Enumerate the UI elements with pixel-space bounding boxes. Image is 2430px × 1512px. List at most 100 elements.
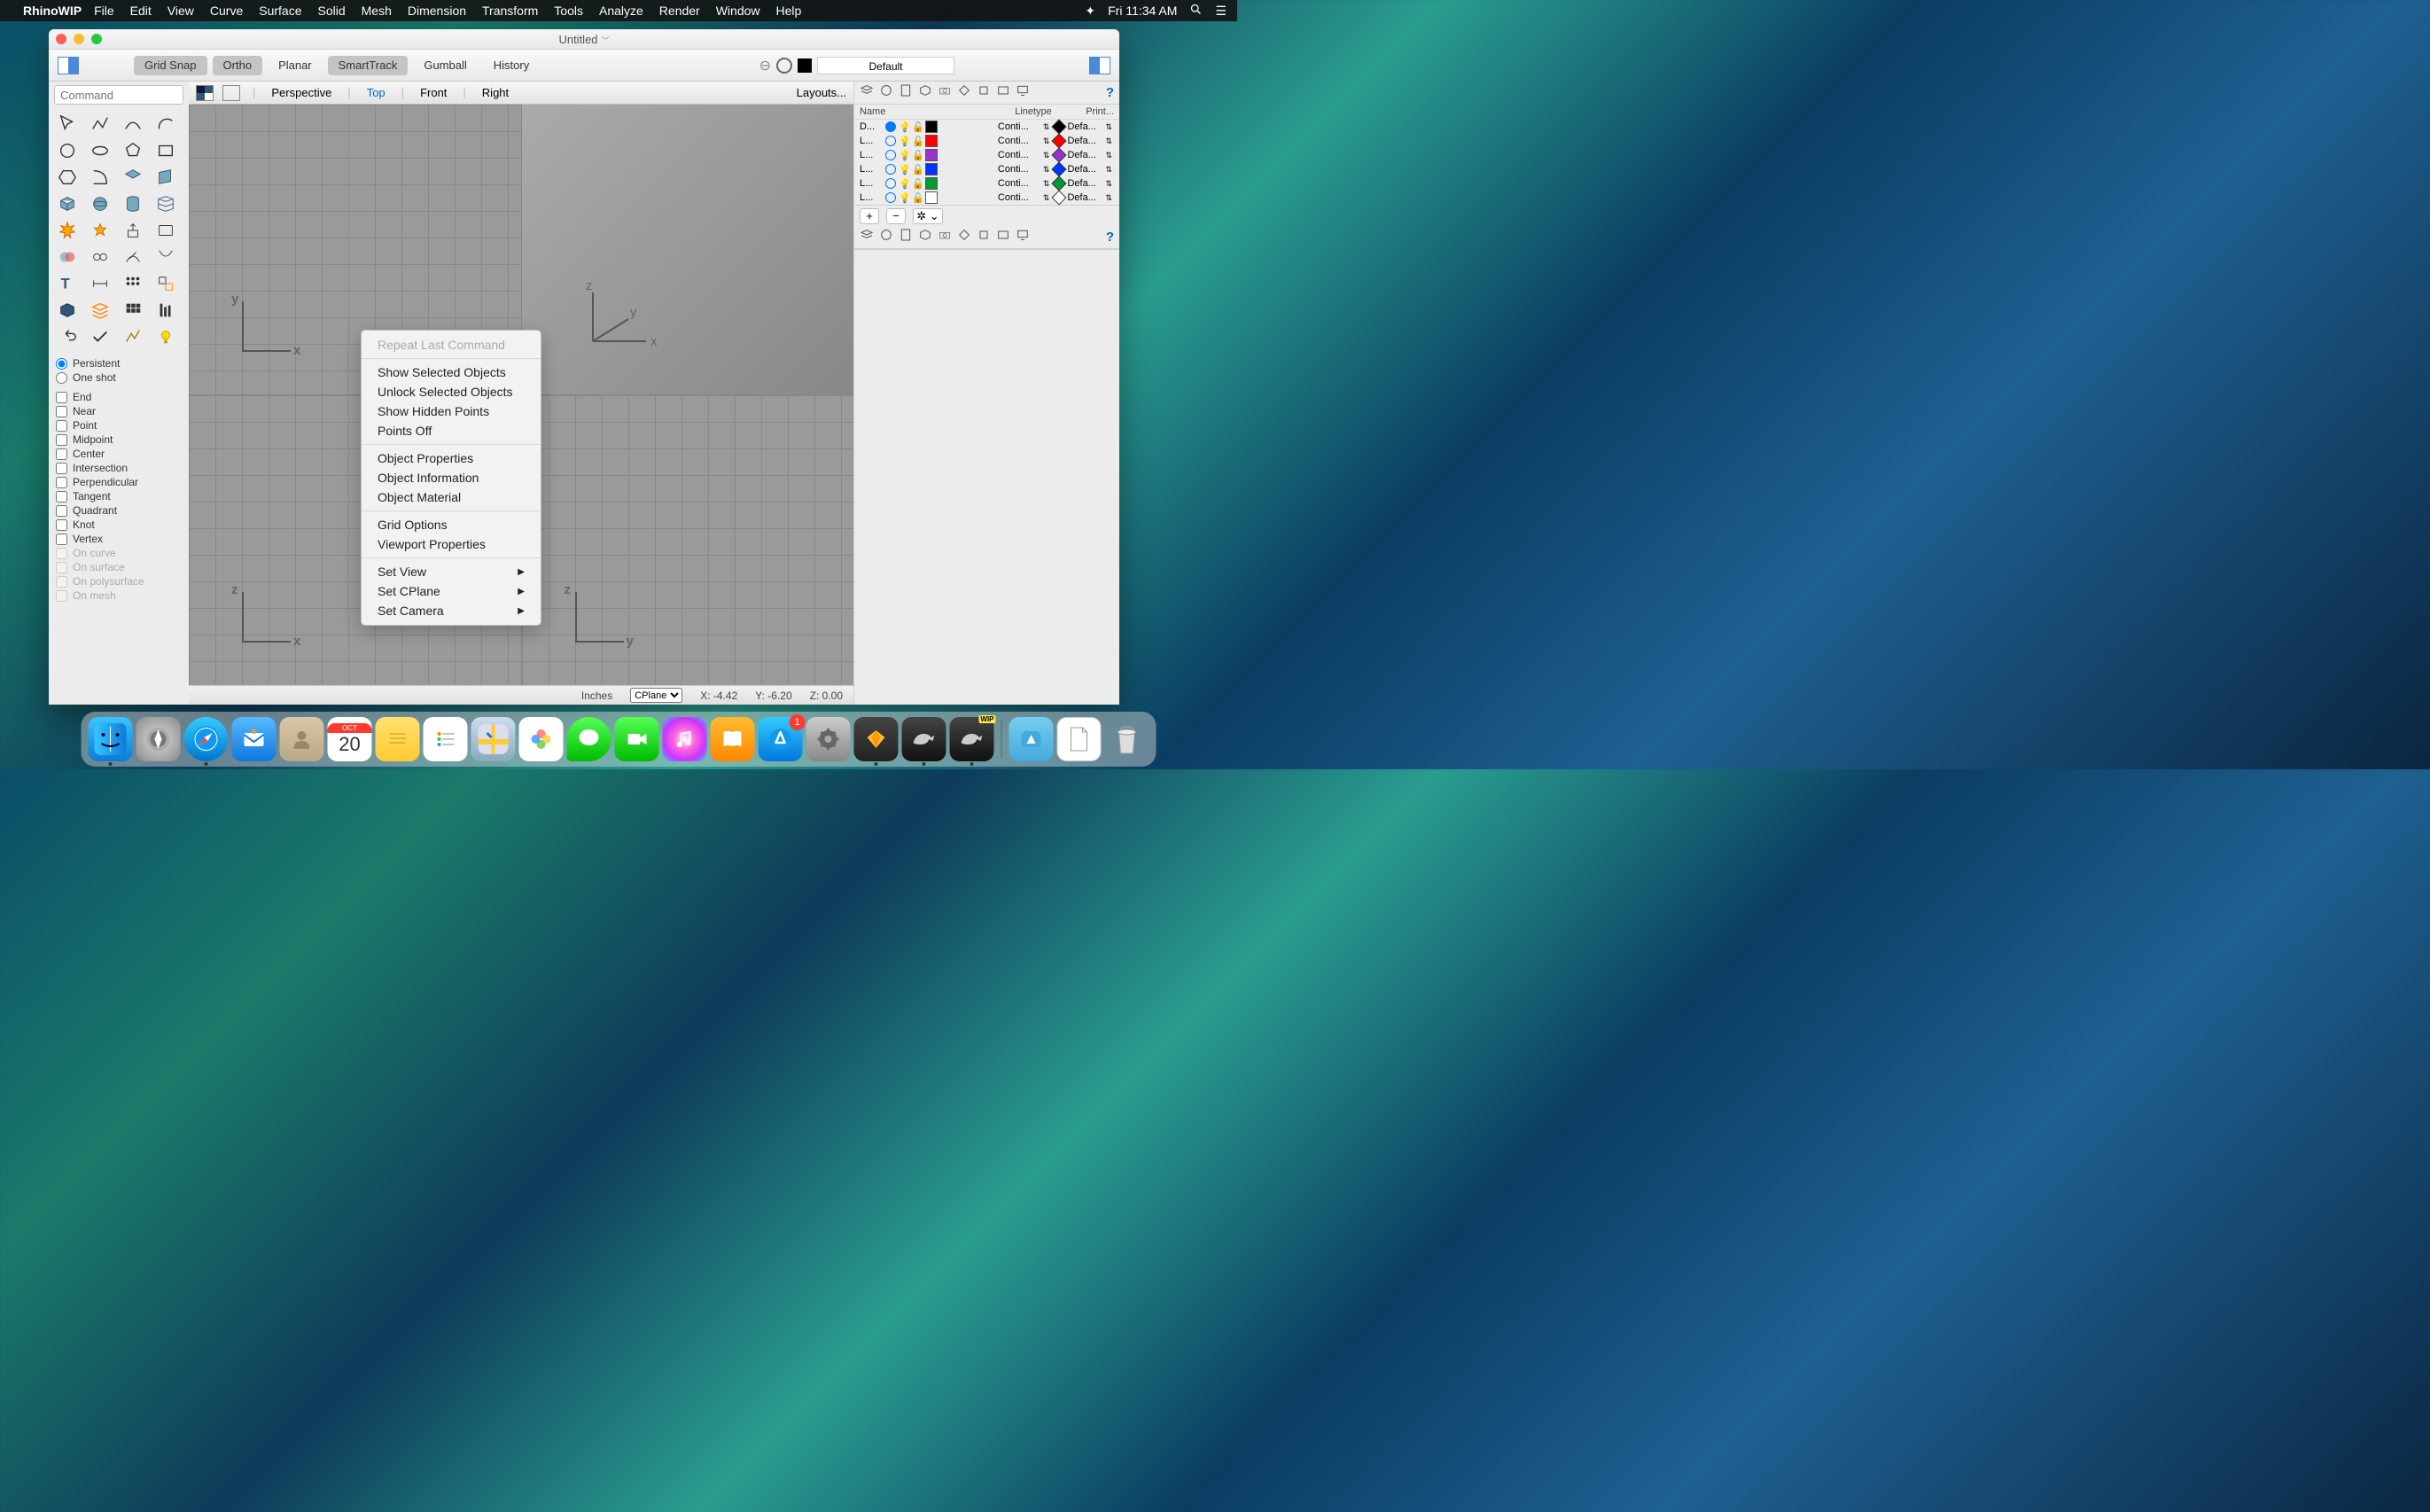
record-icon[interactable]: ⊖ [759, 57, 771, 74]
osnap-perpendicular[interactable]: Perpendicular [56, 475, 182, 489]
osnap-vertex[interactable]: Vertex [56, 532, 182, 546]
menu-surface[interactable]: Surface [259, 4, 301, 18]
ctx-viewport-properties[interactable]: Viewport Properties [362, 534, 541, 554]
tab-top[interactable]: Top [356, 86, 396, 99]
ctx-show-hidden-points[interactable]: Show Hidden Points [362, 401, 541, 421]
minimize-button[interactable] [74, 34, 84, 44]
menu-edit[interactable]: Edit [130, 4, 152, 18]
dock-itunes[interactable] [663, 717, 707, 761]
curve-tool-icon[interactable] [120, 112, 146, 136]
layer-row[interactable]: D...💡🔓Conti...⇅Defa...⇅ [854, 120, 1119, 134]
layouts-button[interactable]: Layouts... [797, 86, 846, 99]
dock-document[interactable] [1057, 717, 1102, 761]
osnap-midpoint[interactable]: Midpoint [56, 433, 182, 447]
notification-icon[interactable]: ✦ [1085, 4, 1095, 19]
dock-preferences[interactable] [806, 717, 851, 761]
dock-rhinowip[interactable]: WIP [950, 717, 994, 761]
material-panel-icon[interactable] [957, 228, 971, 246]
dock-launchpad[interactable] [136, 717, 181, 761]
sun-panel-icon[interactable] [977, 83, 991, 102]
dock-ibooks[interactable] [711, 717, 755, 761]
menu-analyze[interactable]: Analyze [599, 4, 643, 18]
dock-appstore[interactable]: 1 [759, 717, 803, 761]
dimension-tool-icon[interactable] [87, 271, 113, 296]
osnap-center[interactable]: Center [56, 447, 182, 461]
clock[interactable]: Fri 11:34 AM [1108, 4, 1177, 18]
ctx-unlock-selected-objects[interactable]: Unlock Selected Objects [362, 382, 541, 401]
planar-button[interactable]: Planar [268, 56, 323, 75]
light-tool-icon[interactable] [152, 324, 179, 349]
analyze-tool-icon[interactable] [120, 324, 146, 349]
close-button[interactable] [56, 34, 66, 44]
remove-layer-button[interactable]: − [886, 208, 906, 224]
viewport-right[interactable]: yz [522, 395, 854, 685]
menu-transform[interactable]: Transform [482, 4, 538, 18]
osnap-oneshot[interactable]: One shot [56, 370, 182, 385]
burst-tool-icon[interactable] [87, 218, 113, 243]
transform-tool-icon[interactable] [152, 271, 179, 296]
undo-tool-icon[interactable] [54, 324, 81, 349]
ctx-points-off[interactable]: Points Off [362, 421, 541, 440]
boolean-tool-icon[interactable] [54, 245, 81, 269]
align-tool-icon[interactable] [152, 298, 179, 323]
extrude-tool-icon[interactable] [120, 218, 146, 243]
history-button[interactable]: History [483, 56, 540, 75]
add-layer-button[interactable]: + [860, 208, 879, 224]
polygon-tool-icon[interactable] [120, 138, 146, 163]
color-swatch[interactable] [798, 58, 812, 73]
layer-row[interactable]: L...💡🔓Conti...⇅Defa...⇅ [854, 134, 1119, 148]
dock-contacts[interactable] [280, 717, 324, 761]
dock-mail[interactable] [232, 717, 276, 761]
dock-photos[interactable] [519, 717, 564, 761]
ellipse-tool-icon[interactable] [87, 138, 113, 163]
dock-rhino[interactable] [902, 717, 946, 761]
osnap-near[interactable]: Near [56, 404, 182, 418]
arc-tool-icon[interactable] [152, 112, 179, 136]
dock-safari[interactable] [184, 717, 229, 761]
menu-curve[interactable]: Curve [210, 4, 243, 18]
help-icon[interactable]: ? [1106, 85, 1114, 100]
cplane-select[interactable]: CPlane [630, 688, 682, 703]
tab-front[interactable]: Front [409, 86, 457, 99]
array-tool-icon[interactable] [120, 271, 146, 296]
menu-extras-icon[interactable]: ☰ [1215, 4, 1227, 19]
material-panel-icon[interactable] [957, 83, 971, 102]
properties-panel-icon[interactable] [879, 228, 893, 246]
menu-render[interactable]: Render [659, 4, 700, 18]
smarttrack-button[interactable]: SmartTrack [328, 56, 409, 75]
dock-trash[interactable] [1105, 717, 1149, 761]
dock-reminders[interactable] [424, 717, 468, 761]
dock-notes[interactable] [376, 717, 420, 761]
ctx-object-material[interactable]: Object Material [362, 487, 541, 507]
layers-panel-icon[interactable] [860, 83, 874, 102]
menu-mesh[interactable]: Mesh [362, 4, 392, 18]
osnap-knot[interactable]: Knot [56, 518, 182, 532]
layer-row[interactable]: L...💡🔓Conti...⇅Defa...⇅ [854, 162, 1119, 176]
dock-messages[interactable] [567, 717, 611, 761]
menu-view[interactable]: View [167, 4, 194, 18]
osnap-point[interactable]: Point [56, 418, 182, 433]
box-panel-icon[interactable] [918, 83, 932, 102]
trim-tool-icon[interactable] [120, 245, 146, 269]
polyline-tool-icon[interactable] [87, 112, 113, 136]
layer-row[interactable]: L...💡🔓Conti...⇅Defa...⇅ [854, 191, 1119, 205]
render-tool-icon[interactable] [54, 298, 81, 323]
plane-tool-icon[interactable] [152, 165, 179, 190]
help-icon[interactable]: ? [1106, 230, 1114, 245]
osnap-end[interactable]: End [56, 390, 182, 404]
osnap-intersection[interactable]: Intersection [56, 461, 182, 475]
dock-calendar[interactable]: OCT20 [328, 717, 372, 761]
camera-panel-icon[interactable] [938, 83, 952, 102]
target-icon[interactable] [776, 58, 792, 74]
tab-perspective[interactable]: Perspective [261, 86, 342, 99]
display-panel-icon[interactable] [899, 228, 913, 246]
single-view-icon[interactable] [222, 85, 240, 101]
dock-finder[interactable] [89, 717, 133, 761]
sphere-tool-icon[interactable] [87, 191, 113, 216]
spotlight-icon[interactable] [1189, 3, 1203, 19]
chevron-down-icon[interactable]: ﹀ [602, 36, 610, 45]
command-input[interactable] [54, 85, 183, 105]
layer-row[interactable]: L...💡🔓Conti...⇅Defa...⇅ [854, 176, 1119, 191]
properties-panel-icon[interactable] [879, 83, 893, 102]
monitor-panel-icon[interactable] [1016, 83, 1030, 102]
